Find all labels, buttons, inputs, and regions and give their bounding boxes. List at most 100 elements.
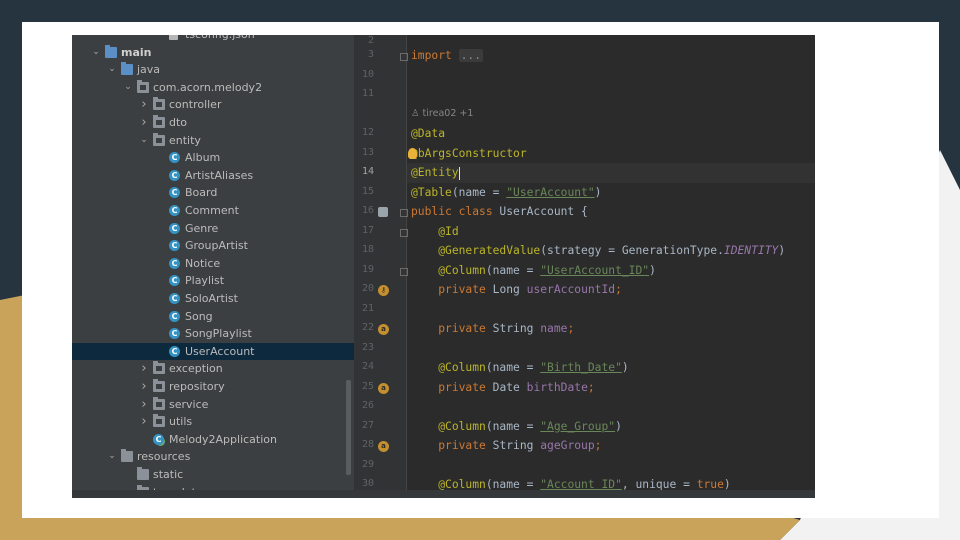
line-number: 15 [361, 185, 374, 197]
import-fold-placeholder[interactable]: ... [458, 49, 484, 62]
tree-scrollbar[interactable] [346, 380, 351, 475]
tree-item-label: ArtistAliases [185, 168, 254, 182]
line-number: 2 [367, 35, 374, 46]
tree-item-repository[interactable]: › repository [72, 378, 354, 396]
folder-icon [153, 414, 165, 428]
chevron-right-icon[interactable]: › [139, 96, 149, 114]
tree-item-comment[interactable]: C Comment [72, 202, 354, 220]
folder-icon [153, 97, 165, 111]
line-number: 21 [361, 302, 374, 314]
column-attribute-icon[interactable]: a [378, 324, 389, 335]
tree-item-static[interactable]: static [72, 466, 354, 484]
code-line-24: @Column(name = "Birth_Date") [438, 361, 629, 374]
code-line-12: @Data [411, 127, 446, 140]
chevron-down-icon[interactable]: ⌄ [139, 132, 149, 150]
line-number: 28 [361, 439, 374, 450]
tree-item-entity[interactable]: ⌄ entity [72, 132, 354, 150]
class-icon: C [169, 345, 180, 357]
chevron-down-icon[interactable]: ⌄ [107, 448, 117, 466]
tree-item-song[interactable]: C Song [72, 308, 354, 326]
class-icon: C [169, 205, 180, 216]
folder-icon [153, 379, 165, 392]
tree-item-label: Genre [185, 221, 219, 235]
fold-marker-icon[interactable] [400, 267, 408, 276]
lightbulb-icon[interactable] [407, 148, 417, 159]
line-number: 13 [361, 146, 374, 158]
text-caret [458, 166, 460, 180]
tree-item-genre[interactable]: C Genre [72, 220, 354, 238]
class-icon: C [169, 328, 180, 340]
tree-item-label: Playlist [185, 274, 225, 288]
line-number: 12 [361, 127, 374, 138]
line-number: 20 [361, 283, 374, 294]
line-number: 14 [361, 166, 374, 177]
tree-item-melody2application[interactable]: C Melody2Application [72, 431, 354, 449]
tree-item-notice[interactable]: C Notice [72, 255, 354, 273]
tree-item-label: Board [185, 186, 218, 200]
chevron-down-icon[interactable]: ⌄ [91, 44, 101, 62]
chevron-right-icon[interactable]: › [139, 396, 149, 414]
code-line-16: public class UserAccount { [411, 205, 588, 218]
chevron-right-icon[interactable]: › [139, 378, 149, 396]
tree-item-com-acorn-melody2[interactable]: ⌄ com.acorn.melody2 [72, 79, 354, 97]
tree-item-board[interactable]: C Board [72, 184, 354, 202]
tree-item-dto[interactable]: › dto [72, 114, 354, 132]
tree-item-label: controller [169, 98, 222, 112]
code-line-19: @Column(name = "UserAccount_ID") [438, 263, 656, 277]
chevron-right-icon[interactable]: › [139, 360, 149, 378]
line-number: 30 [361, 478, 374, 489]
class-icon: C [169, 310, 180, 322]
chevron-right-icon[interactable]: › [139, 114, 149, 132]
author-hint[interactable]: ♙ tirea02 +1 [411, 108, 473, 119]
tree-item-useraccount[interactable]: C UserAccount [72, 342, 354, 361]
project-tree[interactable]: tsconfig.json ⌄ main ⌄ java ⌄ com.acorn.melody… [72, 35, 354, 498]
tree-item-exception[interactable]: › exception [72, 360, 354, 378]
class-icon: C [169, 187, 180, 199]
tree-item-label: utils [169, 415, 193, 429]
chevron-down-icon[interactable]: ⌄ [123, 79, 133, 97]
code-line-20: private Long userAccountId; [438, 283, 622, 296]
folder-icon [105, 44, 117, 58]
tree-item-playlist[interactable]: C Playlist [72, 272, 354, 290]
fold-marker-icon[interactable] [400, 228, 408, 237]
line-number: 22 [361, 322, 374, 333]
fold-marker-icon[interactable] [400, 53, 408, 61]
chevron-down-icon[interactable]: ⌄ [107, 61, 117, 79]
tree-horizontal-scrollbar[interactable] [72, 490, 354, 498]
tree-item-label: Album [185, 151, 221, 165]
line-number: 27 [361, 419, 374, 431]
code-line-22: private String name; [438, 322, 575, 335]
tree-item-resources[interactable]: ⌄ resources [72, 448, 354, 466]
tree-item-utils[interactable]: › utils [72, 413, 354, 431]
fold-marker-icon[interactable] [400, 209, 408, 217]
tree-item-artistaliases[interactable]: C ArtistAliases [72, 167, 354, 185]
folder-icon [121, 449, 133, 463]
folder-icon [121, 62, 133, 76]
editor-horizontal-scrollbar[interactable] [354, 490, 815, 498]
code-line-25: private Date birthDate; [438, 380, 595, 394]
tree-item-main[interactable]: ⌄ main [72, 44, 354, 62]
code-line-18: @GeneratedValue(strategy = GenerationTyp… [438, 244, 786, 257]
tree-item-service[interactable]: › service [72, 396, 354, 414]
tree-item-label: com.acorn.melody2 [153, 80, 263, 94]
column-attribute-icon[interactable]: a [378, 441, 389, 452]
tree-item-songplaylist[interactable]: C SongPlaylist [72, 325, 354, 343]
code-editor[interactable]: 2 3 10 11 12 13 14 15 16 17 18 19 20 ⚷ 21 22 a 23 24 25 a 26 2… [354, 35, 815, 498]
tree-item-album[interactable]: C Album [72, 149, 354, 167]
chevron-right-icon[interactable]: › [139, 413, 149, 431]
class-icon: C [169, 152, 180, 164]
column-attribute-icon[interactable]: a [378, 382, 389, 394]
spring-class-icon: C [153, 433, 164, 445]
tree-item-java[interactable]: ⌄ java [72, 61, 354, 79]
tree-item-label: service [169, 397, 209, 411]
tree-item-soloartist[interactable]: C SoloArtist [72, 290, 354, 308]
import-keyword: import [411, 49, 452, 62]
database-table-icon[interactable] [378, 207, 388, 217]
gutter-divider [406, 35, 407, 498]
tree-item-controller[interactable]: › controller [72, 96, 354, 114]
tree-item-tsconfig-json[interactable]: tsconfig.json [72, 35, 354, 44]
tree-item-groupartist[interactable]: C GroupArtist [72, 237, 354, 255]
folder-icon [137, 467, 149, 480]
primary-key-icon[interactable]: ⚷ [378, 285, 389, 296]
folder-icon [153, 361, 165, 375]
